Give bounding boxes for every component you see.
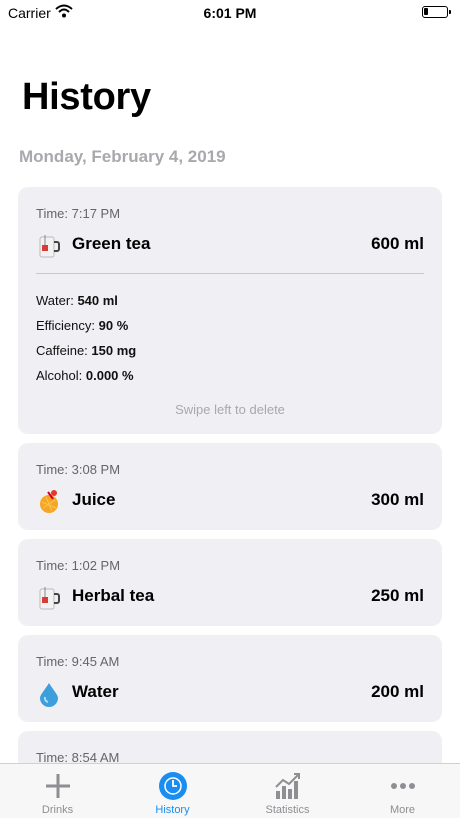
detail-value: 0.000 % [85, 368, 134, 383]
swipe-hint: Swipe left to delete [175, 402, 285, 417]
history-entry-expanded[interactable]: Time: 7:17 PM Green tea 600 ml Water: 54… [18, 187, 442, 434]
status-time: 6:01 PM [203, 5, 257, 21]
battery-level [424, 8, 428, 15]
tab-label: Drinks [41, 804, 74, 816]
page-title: History [22, 76, 151, 118]
drink-amount: 250 ml [371, 586, 424, 605]
tab-bar: Drinks History Statistics More [0, 763, 460, 818]
water-drop-icon [40, 683, 58, 707]
drink-amount: 200 ml [371, 682, 424, 701]
detail-efficiency: Efficiency: 90 % [36, 318, 128, 333]
detail-water: Water: 540 ml [36, 293, 118, 308]
entry-time: Time: 9:45 AM [36, 654, 120, 669]
history-entry[interactable]: Time: 3:08 PM Juice 300 ml [18, 443, 442, 530]
drink-name: Water [72, 682, 119, 701]
entry-time: Time: 1:02 PM [36, 558, 121, 573]
detail-label: Water: [36, 293, 74, 308]
plus-icon [46, 774, 70, 798]
drink-name: Green tea [72, 234, 151, 253]
tab-label: More [389, 804, 416, 816]
detail-alcohol: Alcohol: 0.000 % [36, 368, 134, 383]
detail-caffeine: Caffeine: 150 mg [36, 343, 136, 358]
entry-time: Time: 7:17 PM [36, 206, 121, 221]
detail-value: 150 mg [91, 343, 137, 358]
tab-history[interactable]: History [115, 764, 230, 818]
more-dots-icon [391, 783, 415, 789]
tab-label: Statistics [265, 804, 310, 816]
battery-nub [449, 10, 451, 14]
detail-label: Efficiency: [36, 318, 96, 333]
detail-value: 90 % [98, 318, 129, 333]
history-entry[interactable]: Time: 1:02 PM Herbal tea 250 ml [18, 539, 442, 626]
detail-value: 540 ml [77, 293, 118, 308]
battery-icon [422, 6, 451, 18]
tea-mug-icon [39, 587, 60, 610]
tab-statistics[interactable]: Statistics [230, 764, 345, 818]
tab-more[interactable]: More [345, 764, 460, 818]
tea-mug-icon [39, 235, 60, 258]
detail-label: Caffeine: [36, 343, 88, 358]
entry-time: Time: 3:08 PM [36, 462, 121, 477]
history-entry[interactable]: Time: 9:45 AM Water 200 ml [18, 635, 442, 722]
status-bar: Carrier 6:01 PM [0, 0, 460, 26]
tab-drinks[interactable]: Drinks [0, 764, 115, 818]
drink-amount: 600 ml [371, 234, 424, 253]
drink-amount: 300 ml [371, 490, 424, 509]
tab-label: History [155, 804, 190, 816]
drink-name: Herbal tea [72, 586, 155, 605]
divider [36, 273, 424, 274]
drink-name: Juice [72, 490, 116, 509]
juice-icon [40, 490, 58, 513]
chart-icon [275, 773, 300, 799]
detail-label: Alcohol: [36, 368, 83, 383]
section-date-header: Monday, February 4, 2019 [19, 147, 226, 166]
clock-icon [159, 772, 187, 800]
